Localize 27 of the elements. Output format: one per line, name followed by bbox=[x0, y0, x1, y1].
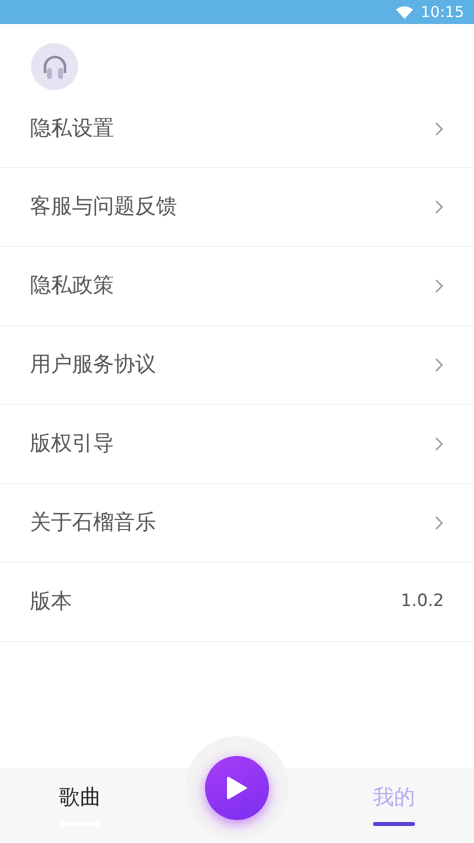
version-number: 1.0.2 bbox=[400, 590, 444, 614]
menu-label: 用户服务协议 bbox=[30, 351, 156, 378]
menu-label: 隐私设置 bbox=[30, 114, 114, 142]
menu-label: 客服与问题反馈 bbox=[30, 193, 177, 220]
chevron-right-icon bbox=[434, 200, 444, 214]
menu-item[interactable]: 关于石榴音乐 bbox=[0, 484, 474, 563]
play-button[interactable] bbox=[205, 756, 269, 820]
avatar[interactable] bbox=[31, 43, 78, 90]
chevron-right-icon bbox=[434, 279, 444, 293]
menu-item[interactable]: 客服与问题反馈 bbox=[0, 168, 474, 247]
menu-label: 关于石榴音乐 bbox=[30, 509, 156, 536]
menu-label: 版权引导 bbox=[30, 430, 114, 458]
chevron-right-icon bbox=[434, 516, 444, 530]
menu-label: 版本 bbox=[30, 588, 72, 616]
tab[interactable]: 歌曲 bbox=[0, 768, 160, 842]
play-icon bbox=[226, 775, 248, 801]
wifi-icon bbox=[396, 6, 413, 18]
chevron-right-icon bbox=[434, 358, 444, 372]
menu-item[interactable]: 用户服务协议 bbox=[0, 326, 474, 405]
chevron-right-icon bbox=[434, 437, 444, 451]
status-time: 10:15 bbox=[420, 2, 464, 23]
menu-label: 隐私政策 bbox=[30, 272, 114, 300]
menu-item[interactable]: 版本 1.0.2 bbox=[0, 563, 474, 642]
chevron-right-icon bbox=[434, 122, 444, 136]
menu-item[interactable]: 版权引导 bbox=[0, 405, 474, 484]
menu-item[interactable]: 隐私政策 bbox=[0, 247, 474, 326]
menu-item[interactable]: 隐私设置 bbox=[0, 90, 474, 168]
